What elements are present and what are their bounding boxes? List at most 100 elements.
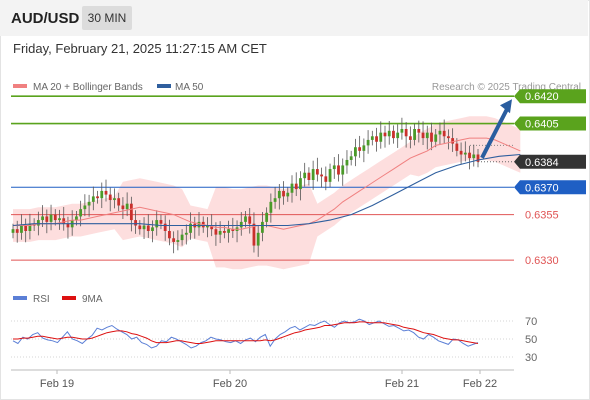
candle-body [387, 130, 391, 137]
legend-swatch-9ma [62, 296, 76, 300]
rsi-line [12, 318, 479, 349]
candle-body [358, 147, 362, 151]
candle-body [244, 216, 247, 222]
x-tick-label: Feb 22 [463, 378, 497, 390]
candle-body [354, 147, 357, 157]
candle-body [180, 234, 184, 241]
candle-body [58, 218, 61, 221]
candle-body [265, 212, 269, 222]
candle-body [438, 130, 442, 135]
candle-body [315, 169, 319, 175]
candle-body [138, 225, 142, 230]
candle-body [87, 201, 91, 206]
rsi-tick-70: 70 [525, 316, 537, 328]
candle-body [184, 232, 188, 235]
candle-body [104, 190, 108, 195]
candle-body [472, 154, 476, 159]
candle-body [172, 238, 176, 242]
candle-body [341, 165, 345, 175]
candle-body [294, 183, 298, 190]
candle-body [408, 136, 412, 140]
level-label-0.6370: 0.6370 [525, 182, 559, 194]
candle-body [332, 165, 336, 170]
candle [400, 117, 404, 140]
candle [366, 130, 370, 154]
candle-body [108, 194, 112, 201]
candle-body [96, 196, 99, 199]
candle [349, 150, 353, 166]
candle-body [24, 225, 28, 231]
candle-body [434, 134, 438, 142]
candle-body [392, 130, 395, 139]
candle-body [49, 214, 53, 222]
candle-body [53, 214, 57, 221]
candle [404, 122, 408, 148]
candle-body [151, 227, 154, 231]
candle-body [425, 132, 429, 139]
level-label-0.6355: 0.6355 [525, 210, 559, 222]
candle-body [375, 136, 378, 142]
candle-body [307, 172, 311, 180]
candle-body [20, 225, 23, 233]
candle-body [379, 132, 383, 142]
candle-body [121, 205, 125, 210]
candle-body [447, 136, 450, 139]
rsi-tick-50: 50 [525, 334, 537, 346]
candle-body [273, 198, 277, 202]
candle-body [290, 183, 294, 193]
legend-rsi: RSI [33, 294, 50, 305]
candle-body [328, 169, 332, 182]
level-label-0.6420: 0.6420 [525, 91, 559, 103]
candle-body [366, 139, 370, 146]
candle [370, 130, 374, 146]
candle-body [66, 223, 70, 228]
candle-body [222, 231, 226, 233]
candle-body [299, 178, 302, 190]
candle-body [75, 216, 78, 221]
candle-body [455, 143, 459, 151]
candle-body [451, 138, 455, 144]
candle-body [345, 159, 349, 166]
candle-body [83, 205, 87, 210]
candle [315, 157, 319, 182]
candle-body [163, 223, 167, 231]
rsi-tick-30: 30 [525, 352, 537, 364]
candle-body [463, 152, 467, 155]
candle [375, 127, 378, 152]
candle-body [404, 129, 408, 137]
candle [341, 158, 345, 186]
candle-body [370, 136, 374, 140]
candle-body [413, 129, 416, 140]
candle-body [269, 201, 273, 213]
candle-body [100, 190, 104, 199]
candle-body [311, 169, 315, 180]
candle-body [62, 218, 66, 224]
candle-body [417, 129, 421, 133]
candle-body [36, 220, 40, 226]
candle-body [277, 190, 281, 199]
candle-body [421, 132, 425, 139]
candle [383, 125, 387, 148]
candle-body [286, 192, 290, 197]
candle [328, 163, 332, 188]
candle-body [248, 216, 252, 224]
candle-body [337, 165, 340, 175]
candle-body [142, 225, 146, 230]
candle-body [396, 132, 400, 139]
candle-body [214, 229, 218, 235]
legend-swatch-rsi [13, 296, 27, 300]
candle-body [168, 231, 171, 239]
candle [379, 121, 383, 149]
price-chart: MA 20 + Bollinger Bands MA 50 Research © 2… [11, 82, 586, 390]
candle-body [430, 132, 433, 142]
candle-body [197, 221, 201, 228]
x-tick-label: Feb 20 [213, 378, 247, 390]
candle-body [11, 229, 15, 233]
candle [303, 162, 307, 187]
candle-body [134, 220, 137, 226]
candle-body [362, 145, 366, 151]
candle-body [324, 176, 328, 182]
candle-body [320, 174, 323, 177]
candle-body [117, 198, 121, 206]
legend-swatch-ma50 [157, 84, 171, 88]
